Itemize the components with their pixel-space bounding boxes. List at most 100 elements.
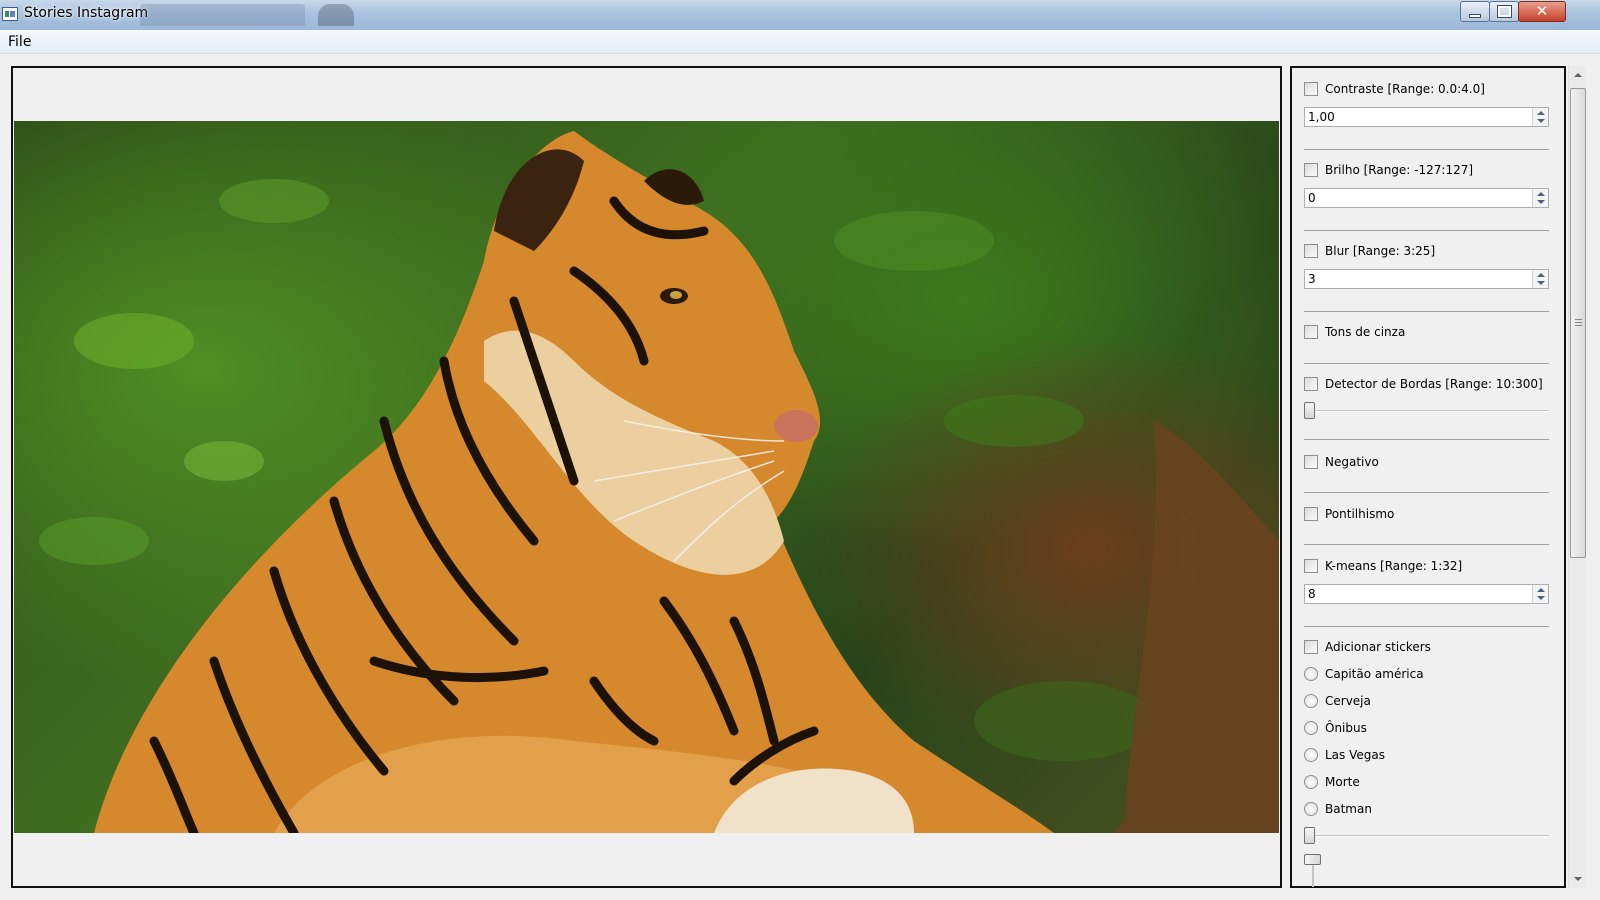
divider (1304, 363, 1549, 364)
blur-value[interactable]: 3 (1308, 272, 1316, 286)
tiger-photo (14, 121, 1279, 833)
tons-label: Tons de cinza (1325, 325, 1406, 339)
slider-groove[interactable] (1304, 835, 1549, 837)
close-button[interactable]: ✕ (1518, 1, 1566, 22)
kmeans-value[interactable]: 8 (1308, 587, 1316, 601)
slider-handle[interactable] (1304, 402, 1315, 419)
panel-scrollbar[interactable] (1568, 66, 1586, 888)
sticker-radio-option[interactable]: Capitão américa (1304, 667, 1424, 681)
spin-up-icon[interactable] (1537, 192, 1545, 196)
bordas-option[interactable]: Detector de Bordas [Range: 10:300] (1304, 377, 1543, 391)
slider-groove[interactable] (1304, 410, 1549, 412)
sticker-radio-label: Capitão américa (1325, 667, 1424, 681)
pontilhismo-checkbox[interactable] (1304, 507, 1318, 521)
minimize-button[interactable] (1460, 1, 1490, 22)
stickers-checkbox[interactable] (1304, 640, 1318, 654)
sticker-x-slider[interactable] (1304, 827, 1549, 845)
sticker-radio[interactable] (1304, 748, 1318, 762)
sticker-y-slider[interactable] (1304, 854, 1322, 887)
blur-option[interactable]: Blur [Range: 3:25] (1304, 244, 1435, 258)
image-display (11, 66, 1282, 888)
contraste-label: Contraste [Range: 0.0:4.0] (1325, 82, 1485, 96)
slider-groove[interactable] (1312, 865, 1314, 887)
kmeans-spinbox[interactable]: 8 (1304, 584, 1549, 604)
brilho-spinbox[interactable]: 0 (1304, 188, 1549, 208)
contraste-spinbox[interactable]: 1,00 (1304, 107, 1549, 127)
maximize-button[interactable] (1489, 1, 1519, 22)
grip-icon (1575, 319, 1582, 326)
brilho-checkbox[interactable] (1304, 163, 1318, 177)
negativo-checkbox[interactable] (1304, 455, 1318, 469)
menu-file[interactable]: File (8, 34, 31, 50)
negativo-option[interactable]: Negativo (1304, 455, 1379, 469)
brilho-label: Brilho [Range: -127:127] (1325, 163, 1474, 177)
kmeans-checkbox[interactable] (1304, 559, 1318, 573)
contraste-spin-arrows[interactable] (1532, 108, 1548, 126)
blur-checkbox[interactable] (1304, 244, 1318, 258)
stickers-option[interactable]: Adicionar stickers (1304, 640, 1431, 654)
blur-label: Blur [Range: 3:25] (1325, 244, 1436, 258)
contraste-value[interactable]: 1,00 (1308, 110, 1335, 124)
sticker-radio[interactable] (1304, 775, 1318, 789)
scroll-thumb[interactable] (1570, 88, 1586, 558)
blur-spin-arrows[interactable] (1532, 270, 1548, 288)
negativo-label: Negativo (1325, 455, 1379, 469)
maximize-icon (1496, 5, 1512, 18)
spin-down-icon[interactable] (1537, 200, 1545, 204)
sticker-radio-label: Cerveja (1325, 694, 1371, 708)
tons-option[interactable]: Tons de cinza (1304, 325, 1405, 339)
window-title: Stories Instagram (24, 5, 149, 21)
brilho-value[interactable]: 0 (1308, 191, 1316, 205)
spin-down-icon[interactable] (1537, 281, 1545, 285)
divider (1304, 626, 1549, 627)
sticker-radio-label: Morte (1325, 775, 1360, 789)
sticker-radio-label: Las Vegas (1325, 748, 1385, 762)
app-icon (2, 7, 18, 21)
sticker-radio-option[interactable]: Morte (1304, 775, 1360, 789)
tiger-illustration (39, 131, 1279, 833)
kmeans-option[interactable]: K-means [Range: 1:32] (1304, 559, 1462, 573)
scroll-up-button[interactable] (1569, 66, 1587, 84)
sticker-radio-option[interactable]: Cerveja (1304, 694, 1371, 708)
spin-up-icon[interactable] (1537, 111, 1545, 115)
minimize-icon (1469, 13, 1481, 18)
bordas-checkbox[interactable] (1304, 377, 1318, 391)
close-icon: ✕ (1535, 2, 1549, 20)
brilho-option[interactable]: Brilho [Range: -127:127] (1304, 163, 1473, 177)
blur-spinbox[interactable]: 3 (1304, 269, 1549, 289)
arrow-up-icon (1574, 73, 1582, 77)
sticker-radio-label: Batman (1325, 802, 1372, 816)
background-tab (140, 4, 305, 26)
scroll-down-button[interactable] (1569, 870, 1587, 888)
filters-panel: Contraste [Range: 0.0:4.0] 1,00 Brilho [… (1290, 66, 1566, 888)
sticker-radio[interactable] (1304, 802, 1318, 816)
sticker-radio-option[interactable]: Ônibus (1304, 721, 1367, 735)
sticker-radio-option[interactable]: Batman (1304, 802, 1372, 816)
divider (1304, 149, 1549, 150)
slider-handle[interactable] (1304, 854, 1321, 865)
spin-down-icon[interactable] (1537, 596, 1545, 600)
spin-up-icon[interactable] (1537, 588, 1545, 592)
pontilhismo-option[interactable]: Pontilhismo (1304, 507, 1394, 521)
divider (1304, 230, 1549, 231)
bordas-label: Detector de Bordas [Range: 10:300] (1325, 377, 1543, 391)
spin-down-icon[interactable] (1537, 119, 1545, 123)
spin-up-icon[interactable] (1537, 273, 1545, 277)
sticker-radio-option[interactable]: Las Vegas (1304, 748, 1385, 762)
divider (1304, 311, 1549, 312)
bordas-slider[interactable] (1304, 402, 1549, 420)
slider-handle[interactable] (1304, 827, 1315, 844)
sticker-radio[interactable] (1304, 667, 1318, 681)
sticker-radio[interactable] (1304, 694, 1318, 708)
tons-checkbox[interactable] (1304, 325, 1318, 339)
sticker-radio[interactable] (1304, 721, 1318, 735)
menu-bar: File (0, 30, 1600, 54)
arrow-down-icon (1574, 877, 1582, 881)
brilho-spin-arrows[interactable] (1532, 189, 1548, 207)
kmeans-spin-arrows[interactable] (1532, 585, 1548, 603)
divider (1304, 492, 1549, 493)
kmeans-label: K-means [Range: 1:32] (1325, 559, 1463, 573)
divider (1304, 439, 1549, 440)
contraste-option[interactable]: Contraste [Range: 0.0:4.0] (1304, 82, 1485, 96)
contraste-checkbox[interactable] (1304, 82, 1318, 96)
